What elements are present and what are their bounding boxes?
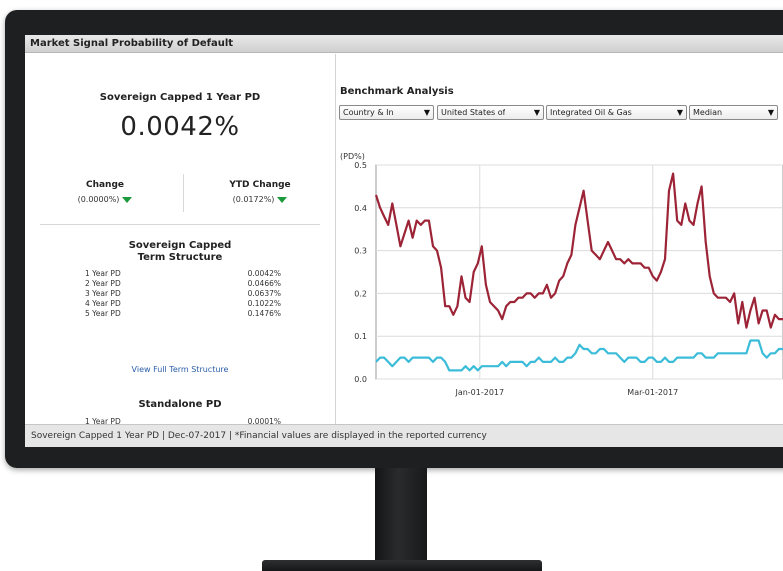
ytd-change-value-row: (0.0172%) xyxy=(210,195,310,204)
ytd-change-label: YTD Change xyxy=(229,180,291,190)
monitor-stand-base xyxy=(262,560,542,571)
y-axis-label: (PD%) xyxy=(340,152,365,161)
y-tick-label: 0.3 xyxy=(354,247,367,256)
down-arrow-icon xyxy=(122,196,133,203)
panel-title: Market Signal Probability of Default xyxy=(25,35,783,53)
benchmark-line-chart: 0.0 0.1 0.2 0.3 0.4 0.5(PD%) Jan-01-2017 Mar-01… xyxy=(340,152,783,397)
term-structure-row: 5 Year PD 0.1476% xyxy=(85,308,281,319)
ytd-change-value: (0.0172%) xyxy=(232,195,275,204)
y-tick-label: 0.0 xyxy=(354,375,367,384)
footer-status: Sovereign Capped 1 Year PD | Dec-07-2017… xyxy=(25,424,783,447)
benchmark-pane: Benchmark Analysis Country & In ▼ United … xyxy=(336,54,783,424)
section-divider xyxy=(40,224,320,225)
down-arrow-icon xyxy=(277,196,288,203)
x-tick-label: Jan-01-2017 xyxy=(454,388,504,397)
pd-summary-pane: Sovereign Capped 1 Year PD 0.0042% Chang… xyxy=(25,54,336,426)
term-value: 0.1476% xyxy=(247,309,281,318)
term-structure-title-line2: Term Structure xyxy=(137,252,223,263)
pd-title: Sovereign Capped 1 Year PD xyxy=(99,92,261,103)
monitor-stand-neck xyxy=(375,468,427,560)
x-tick-label: Mar-01-2017 xyxy=(627,388,678,397)
y-tick-label: 0.5 xyxy=(354,161,367,170)
standalone-pd-title: Standalone PD xyxy=(138,399,222,410)
term-label: 5 Year PD xyxy=(85,309,121,318)
change-value: (0.0000%) xyxy=(77,195,120,204)
change-label: Change xyxy=(85,180,125,190)
y-tick-label: 0.1 xyxy=(354,332,367,341)
change-value-row: (0.0000%) xyxy=(55,195,155,204)
y-tick-label: 0.2 xyxy=(354,289,367,298)
change-divider xyxy=(183,174,184,212)
view-full-term-structure-link[interactable]: View Full Term Structure xyxy=(25,365,335,374)
monitor-screen: Market Signal Probability of Default Sov… xyxy=(25,35,783,447)
pd-value: 0.0042% xyxy=(120,112,240,142)
y-tick-label: 0.4 xyxy=(354,204,367,213)
term-structure-title-line1: Sovereign Capped xyxy=(128,240,232,251)
